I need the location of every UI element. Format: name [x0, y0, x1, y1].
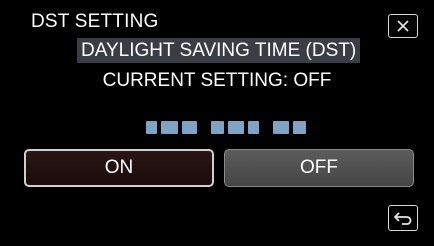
- back-icon: [394, 212, 412, 225]
- dst-highlight-label: DAYLIGHT SAVING TIME (DST): [77, 38, 361, 63]
- off-button[interactable]: OFF: [224, 149, 414, 187]
- page-title: DST SETTING: [31, 11, 159, 32]
- date-block: [273, 121, 289, 134]
- current-setting-text: CURRENT SETTING: OFF: [102, 70, 332, 91]
- obscured-date-field: [146, 119, 306, 136]
- back-button[interactable]: [388, 205, 418, 231]
- date-block: [247, 121, 260, 134]
- date-block: [228, 121, 244, 134]
- date-block: [292, 121, 306, 134]
- on-button-label: ON: [104, 157, 134, 178]
- on-button[interactable]: ON: [24, 149, 214, 187]
- date-block: [181, 121, 198, 134]
- date-block: [146, 121, 157, 134]
- date-block: [160, 121, 178, 134]
- close-button[interactable]: [388, 14, 418, 38]
- off-button-label: OFF: [300, 157, 338, 178]
- dst-setting-screen: DST SETTING DAYLIGHT SAVING TIME (DST) C…: [0, 0, 434, 246]
- date-block: [211, 121, 225, 134]
- close-icon: [397, 20, 409, 32]
